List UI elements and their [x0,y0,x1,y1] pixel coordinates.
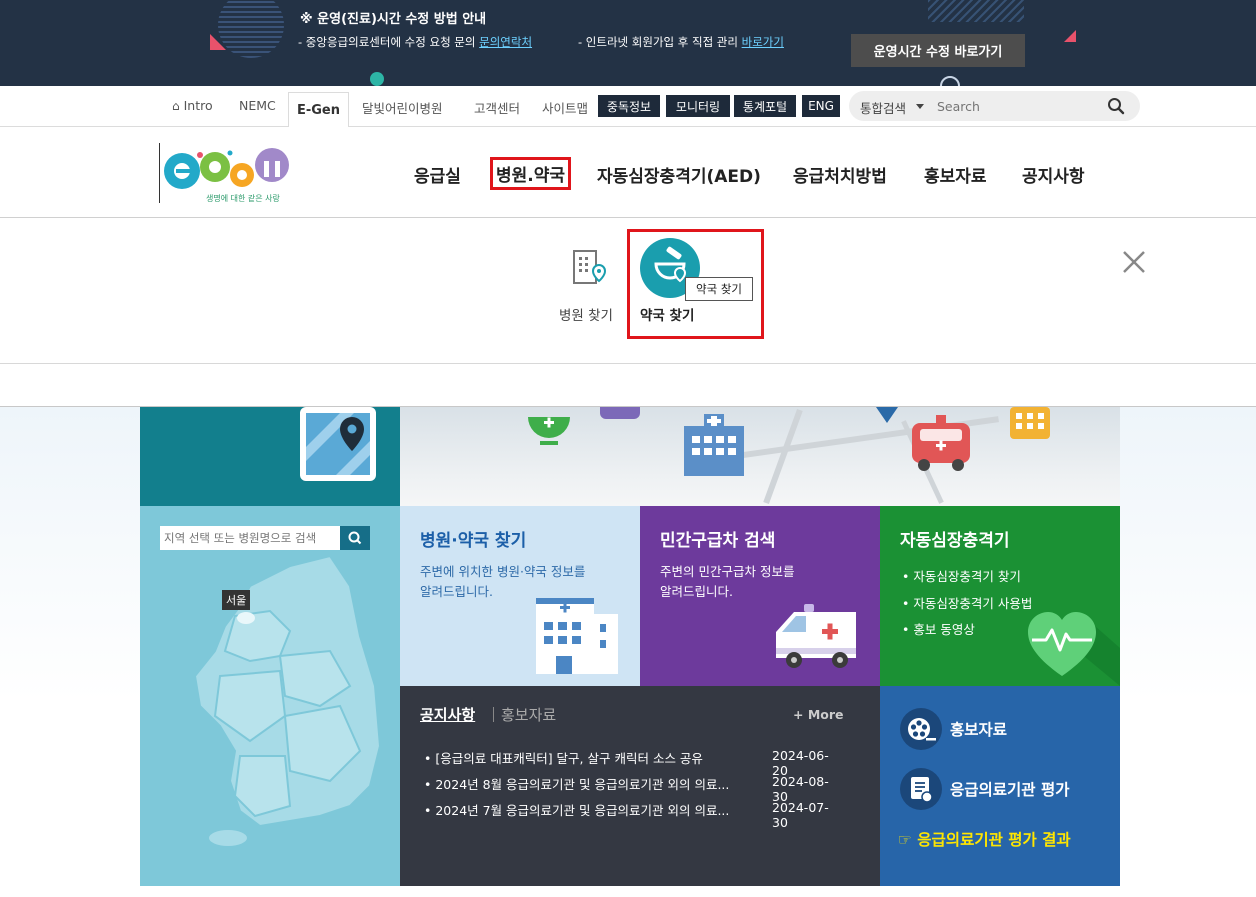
region-search-button[interactable] [340,526,370,550]
aed-find-link[interactable]: • 자동심장충격기 찾기 [902,564,1032,591]
film-reel-icon [900,708,942,750]
ambulance-marker-icon [912,415,970,471]
tab-divider [493,707,494,722]
moon-hospital-link[interactable]: 달빛어린이병원 [362,98,443,117]
ambulance-icon [776,604,856,668]
monitoring-button[interactable]: 모니터링 [666,95,730,117]
banner-line-2: - 인트라넷 회원가입 후 직접 관리 바로가기 [578,34,784,50]
notice-title: • [응급의료 대표캐릭터] 달구, 살구 캐릭터 소스 공유 [424,751,703,766]
promotion-tab[interactable]: 홍보자료 [501,704,556,725]
decor-zigzag [928,0,1024,22]
aed-title[interactable]: 자동심장충격기 [900,526,1009,551]
shortcut-link[interactable]: 바로가기 [742,35,784,49]
map-pin-icon [300,407,376,481]
private-ambulance-title: 민간구급차 검색 [660,531,776,551]
decor-triangle [1064,30,1076,42]
hospital-pharmacy-desc-1: 주변에 위치한 병원·약국 정보를 [420,564,586,579]
search-input[interactable] [937,97,1097,115]
gnb-promotion[interactable]: 홍보자료 [924,162,987,187]
gnb-emergency-room[interactable]: 응급실 [414,162,461,187]
film-reel-glyph [908,718,936,741]
private-ambulance-tile[interactable]: 민간구급차 검색 주변의 민간구급차 정보를 알려드립니다. [640,506,880,686]
aed-tile: 자동심장충격기 • 자동심장충격기 찾기 • 자동심장충격기 사용법 • 홍보 … [880,506,1120,686]
map-road [763,408,803,505]
intro-label: Intro [183,98,213,113]
egen-tab[interactable]: E-Gen [288,92,349,128]
evaluation-results-link[interactable]: ☞ 응급의료기관 평가 결과 [898,828,1071,850]
site-header: 생명에 대한 같은 사랑 응급실 병원.약국 자동심장충격기(AED) 응급처치… [0,127,1256,218]
find-pharmacy-link[interactable]: 약국 찾기 [640,304,694,324]
gnb-first-aid[interactable]: 응급처치방법 [793,162,887,187]
banner-title: ※ 운영(진료)시간 수정 방법 안내 [300,12,487,27]
find-hospital-link[interactable]: 병원 찾기 [559,304,613,324]
decor-triangle [210,34,226,50]
location-pin-icon [876,407,898,423]
search-scope-select[interactable]: 통합검색 [860,98,906,117]
banner-line-2-text: - 인트라넷 회원가입 후 직접 관리 [578,35,742,49]
map-illustration-strip [400,407,1120,506]
gnb-hospital-pharmacy[interactable]: 병원.약국 [490,157,572,190]
header-spacer [0,364,1256,407]
home-icon: ⌂ [172,99,180,113]
stats-portal-button[interactable]: 통계포털 [734,95,796,117]
hospital-pharmacy-tile[interactable]: 병원·약국 찾기 주변에 위치한 병원·약국 정보를 알려드립니다. [400,506,640,686]
gnb-notice[interactable]: 공지사항 [1022,162,1085,187]
evaluation-link[interactable]: 응급의료기관 평가 [950,778,1069,800]
intro-link[interactable]: ⌂ Intro [172,98,213,113]
decor-dot [370,72,384,86]
english-button[interactable]: ENG [802,95,840,117]
poison-info-button[interactable]: 중독정보 [598,95,660,117]
search-icon[interactable] [1107,97,1125,115]
nemc-link[interactable]: NEMC [239,98,276,113]
decor-ring [940,76,960,86]
top-banner: ※ 운영(진료)시간 수정 방법 안내 - 중앙응급의료센터에 수정 요청 문의… [0,0,1256,86]
private-ambulance-desc: 주변의 민간구급차 정보를 알려드립니다. [660,562,794,602]
notice-title: • 2024년 7월 응급의료기관 및 응급의료기관 외의 의료... [424,803,730,818]
egen-logo-mark [164,148,289,189]
notice-board: 공지사항 홍보자료 + More • [응급의료 대표캐릭터] 달구, 살구 캐… [400,686,880,886]
contact-link[interactable]: 문의연락처 [479,35,532,49]
private-ambulance-desc-2: 알려드립니다. [660,584,733,599]
search-icon [348,531,362,545]
edit-hours-button[interactable]: 운영시간 수정 바로가기 [851,34,1025,67]
close-icon[interactable] [1120,248,1148,276]
egen-logo[interactable]: 생명에 대한 같은 사랑 [159,143,294,203]
sitemap-link[interactable]: 사이트맵 [542,98,588,117]
region-search-input[interactable] [160,526,340,550]
pharmacy-tooltip: 약국 찾기 [685,277,753,301]
aed-links: • 자동심장충격기 찾기 • 자동심장충격기 사용법 • 홍보 동영상 [902,564,1032,644]
customer-center-link[interactable]: 고객센터 [474,98,520,117]
purple-marker-icon [600,407,640,419]
global-search: 통합검색 [849,91,1140,121]
document-check-icon [900,768,942,810]
banner-line-1-text: - 중앙응급의료센터에 수정 요청 문의 [298,35,480,49]
more-link[interactable]: + More [793,707,844,722]
building-marker-icon [1010,407,1050,439]
quick-links-panel: 홍보자료 응급의료기관 평가 ☞ 응급의료기관 평가 결과 [880,686,1120,886]
utility-bar: ⌂ Intro NEMC E-Gen 달빛어린이병원 고객센터 사이트맵 중독정… [0,86,1256,128]
caret-down-icon [916,104,924,109]
gnb-aed[interactable]: 자동심장충격기(AED) [597,162,761,187]
aed-usage-link[interactable]: • 자동심장충격기 사용법 [902,591,1032,618]
notice-title: • 2024년 8월 응급의료기관 및 응급의료기관 외의 의료... [424,777,730,792]
document-check-glyph [911,777,933,803]
private-ambulance-desc-1: 주변의 민간구급차 정보를 [660,564,795,579]
logo-tagline: 생명에 대한 같은 사랑 [206,194,280,203]
notice-tab[interactable]: 공지사항 [420,704,475,725]
hospital-building-icon[interactable] [570,247,610,287]
hospital-building-icon [536,598,618,674]
heart-pulse-icon [1028,612,1120,686]
decor-striped-circle [218,0,284,58]
pharmacy-bowl-icon [528,417,570,445]
hospital-pharmacy-title: 병원·약국 찾기 [420,531,527,551]
promotion-materials-link[interactable]: 홍보자료 [950,718,1007,740]
korea-map-illustration[interactable] [180,556,380,856]
hospital-marker-icon [684,414,744,476]
notice-date: 2024-07-30 [772,800,829,830]
seoul-label[interactable]: 서울 [222,590,251,610]
aed-video-link[interactable]: • 홍보 동영상 [902,617,1032,644]
banner-line-1: - 중앙응급의료센터에 수정 요청 문의 문의연락처 [298,34,532,50]
korea-map-panel: 서울 [140,506,400,886]
